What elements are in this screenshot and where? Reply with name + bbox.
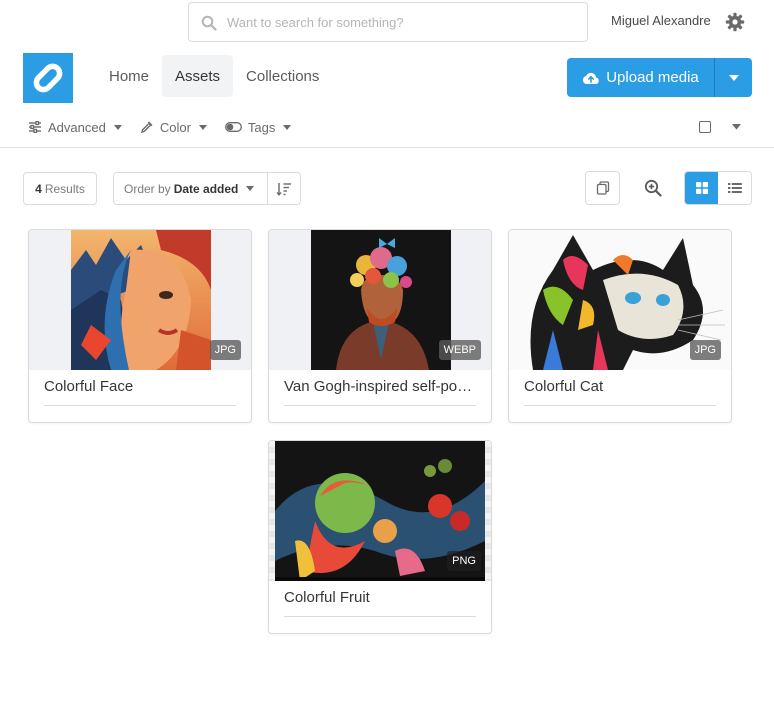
- search-input[interactable]: [227, 3, 577, 41]
- order-by-select[interactable]: Order by Date added: [114, 173, 268, 204]
- format-badge: WEBP: [438, 340, 481, 360]
- card-divider: [284, 616, 476, 617]
- nav-assets[interactable]: Assets: [162, 55, 234, 97]
- search-box[interactable]: [188, 2, 588, 42]
- gear-icon[interactable]: [725, 12, 745, 32]
- asset-title: Van Gogh-inspired self-portrait: [284, 378, 476, 395]
- card-divider: [284, 405, 476, 406]
- results-count: 4 Results: [23, 172, 97, 205]
- user-name[interactable]: Miguel Alexandre: [611, 13, 711, 28]
- advanced-filter-label: Advanced: [48, 119, 106, 135]
- upload-button-group: Upload media: [567, 58, 752, 97]
- asset-card[interactable]: JPG Colorful Cat: [508, 229, 732, 423]
- asset-title: Colorful Face: [44, 378, 134, 395]
- chevron-down-icon: [198, 124, 207, 130]
- asset-card[interactable]: WEBP Van Gogh-inspired self-portrait: [268, 229, 492, 423]
- results-number: 4: [35, 181, 42, 196]
- list-view-icon: [727, 183, 742, 193]
- card-divider: [524, 405, 716, 406]
- upload-options-button[interactable]: [715, 58, 752, 97]
- copy-icon: [596, 181, 609, 195]
- tags-filter[interactable]: Tags: [224, 119, 292, 135]
- advanced-filter[interactable]: Advanced: [28, 120, 122, 135]
- nav-collections[interactable]: Collections: [233, 55, 332, 97]
- chevron-down-icon: [246, 186, 255, 191]
- upload-cloud-icon: [583, 72, 599, 84]
- search-icon: [201, 15, 217, 31]
- copy-button[interactable]: [585, 171, 620, 205]
- van-gogh-artwork: [311, 230, 451, 370]
- chevron-down-icon: [113, 124, 122, 130]
- card-divider: [44, 405, 236, 406]
- format-badge: JPG: [689, 340, 721, 360]
- chevron-down-icon: [283, 124, 292, 130]
- filter-bar: Advanced Color Tags: [28, 117, 309, 137]
- sort-icon: [276, 182, 291, 196]
- color-filter-label: Color: [159, 119, 191, 135]
- sort-direction-button[interactable]: [268, 173, 300, 204]
- format-badge: PNG: [447, 551, 481, 571]
- upload-media-label: Upload media: [606, 69, 699, 86]
- color-filter[interactable]: Color: [140, 120, 207, 135]
- asset-card[interactable]: JPG Colorful Face: [28, 229, 252, 423]
- asset-title: Colorful Cat: [524, 378, 604, 395]
- upload-media-button[interactable]: Upload media: [567, 58, 714, 97]
- toolbar-divider: [0, 147, 774, 148]
- logo-icon: [33, 63, 63, 93]
- list-view-button[interactable]: [718, 172, 751, 204]
- grid-view-icon: [695, 182, 708, 194]
- logo[interactable]: [23, 53, 73, 103]
- format-badge: JPG: [209, 340, 241, 360]
- zoom-button[interactable]: [636, 171, 669, 205]
- asset-card[interactable]: PNG Colorful Fruit: [268, 440, 492, 634]
- grid-view-button[interactable]: [685, 172, 718, 204]
- results-label: Results: [44, 181, 85, 196]
- chevron-down-icon: [728, 74, 739, 81]
- zoom-icon: [644, 179, 662, 197]
- chevron-down-icon[interactable]: [732, 124, 741, 130]
- select-all-checkbox[interactable]: [699, 121, 711, 133]
- view-toggle: [684, 171, 752, 205]
- eyedropper-icon: [140, 121, 153, 133]
- face-artwork: [71, 230, 211, 370]
- order-by-value: Date added: [173, 181, 239, 196]
- tags-filter-label: Tags: [247, 119, 276, 135]
- asset-title: Colorful Fruit: [284, 589, 370, 606]
- sliders-icon: [29, 121, 41, 133]
- toggle-icon: [224, 122, 242, 132]
- order-by-prefix: Order by: [124, 181, 171, 196]
- order-control: Order by Date added: [113, 172, 301, 205]
- nav-home[interactable]: Home: [96, 55, 162, 97]
- main-nav: Home Assets Collections: [96, 55, 332, 97]
